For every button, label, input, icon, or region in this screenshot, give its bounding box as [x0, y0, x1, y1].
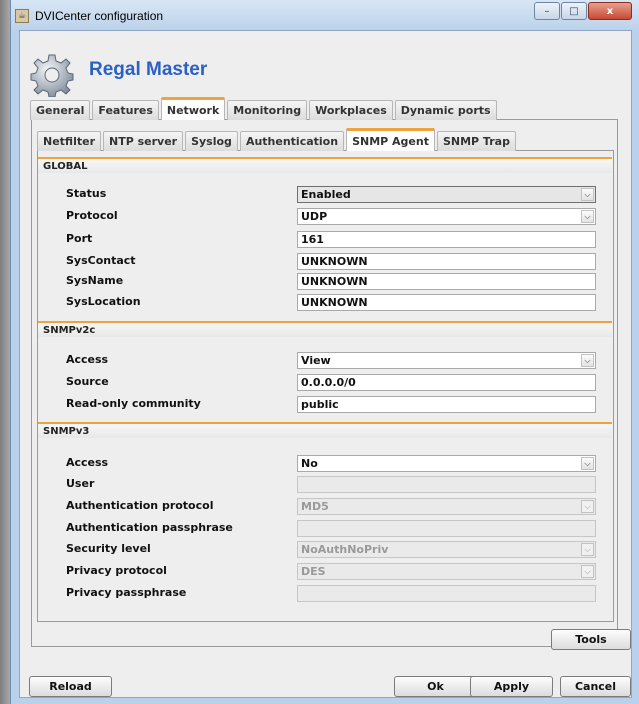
- status-select[interactable]: Enabled ⌵: [297, 186, 596, 203]
- close-button[interactable]: x: [588, 2, 632, 20]
- chevron-down-icon[interactable]: ⌵: [581, 457, 594, 470]
- protocol-select[interactable]: UDP ⌵: [297, 208, 596, 225]
- status-label: Status: [66, 187, 107, 200]
- syslocation-field[interactable]: UNKNOWN: [297, 294, 596, 311]
- chevron-down-icon[interactable]: ⌵: [581, 188, 594, 201]
- auth-protocol-value: MD5: [301, 500, 329, 513]
- sub-tab-bar: Netfilter NTP server Syslog Authenticati…: [37, 128, 518, 151]
- tab-general[interactable]: General: [30, 100, 91, 120]
- auth-protocol-label: Authentication protocol: [66, 499, 214, 512]
- user-label: User: [66, 477, 95, 490]
- tab-monitoring[interactable]: Monitoring: [227, 100, 308, 120]
- tab-authentication[interactable]: Authentication: [239, 131, 345, 151]
- privacy-protocol-select: DES ⌵: [297, 563, 596, 580]
- chevron-down-icon[interactable]: ⌵: [581, 354, 594, 367]
- tools-button[interactable]: Tools: [551, 629, 631, 650]
- ok-button[interactable]: Ok: [394, 676, 477, 697]
- community-field[interactable]: public: [297, 396, 596, 413]
- protocol-value: UDP: [301, 210, 328, 223]
- auth-passphrase-field: [297, 520, 596, 537]
- security-level-select: NoAuthNoPriv ⌵: [297, 541, 596, 558]
- desktop-edge: [0, 0, 10, 704]
- config-window: ☕ DVICenter configuration – □ x Regal Ma…: [10, 0, 639, 704]
- tab-syslog[interactable]: Syslog: [185, 131, 238, 151]
- reload-button[interactable]: Reload: [29, 676, 112, 697]
- client-area: Regal Master General Features Network Mo…: [19, 30, 632, 698]
- tab-snmp-trap[interactable]: SNMP Trap: [436, 131, 516, 151]
- window-controls: – □ x: [533, 2, 632, 20]
- privacy-protocol-value: DES: [301, 565, 326, 578]
- main-tab-bar: General Features Network Monitoring Work…: [30, 97, 499, 120]
- sysname-label: SysName: [66, 274, 124, 287]
- minimize-button[interactable]: –: [534, 2, 560, 20]
- v2c-access-label: Access: [66, 353, 109, 366]
- source-field[interactable]: 0.0.0.0/0: [297, 374, 596, 391]
- user-field: [297, 476, 596, 493]
- auth-protocol-select: MD5 ⌵: [297, 498, 596, 515]
- v3-access-label: Access: [66, 456, 109, 469]
- privacy-passphrase-label: Privacy passphrase: [66, 586, 187, 599]
- maximize-button[interactable]: □: [561, 2, 587, 20]
- privacy-passphrase-field: [297, 585, 596, 602]
- apply-button[interactable]: Apply: [470, 676, 553, 697]
- window-title: DVICenter configuration: [35, 9, 164, 23]
- java-app-icon: ☕: [15, 9, 29, 23]
- v2c-access-select[interactable]: View ⌵: [297, 352, 596, 369]
- port-label: Port: [66, 232, 93, 245]
- tab-dynamic-ports[interactable]: Dynamic ports: [394, 100, 497, 120]
- community-label: Read-only community: [66, 397, 201, 410]
- section-global-header: GLOBAL: [38, 157, 612, 173]
- chevron-down-icon: ⌵: [581, 565, 594, 578]
- syslocation-label: SysLocation: [66, 295, 141, 308]
- privacy-protocol-label: Privacy protocol: [66, 564, 167, 577]
- section-snmpv3-header: SNMPv3: [38, 422, 612, 438]
- auth-passphrase-label: Authentication passphrase: [66, 521, 233, 534]
- source-label: Source: [66, 375, 109, 388]
- cancel-button[interactable]: Cancel: [560, 676, 631, 697]
- security-level-value: NoAuthNoPriv: [301, 543, 389, 556]
- tab-features[interactable]: Features: [92, 100, 159, 120]
- sysname-field[interactable]: UNKNOWN: [297, 273, 596, 290]
- tab-workplaces[interactable]: Workplaces: [309, 100, 393, 120]
- chevron-down-icon[interactable]: ⌵: [581, 210, 594, 223]
- v2c-access-value: View: [301, 354, 331, 367]
- chevron-down-icon: ⌵: [581, 543, 594, 556]
- tab-ntp-server[interactable]: NTP server: [103, 131, 184, 151]
- gear-icon: [30, 54, 74, 97]
- chevron-down-icon: ⌵: [581, 500, 594, 513]
- tab-network[interactable]: Network: [160, 97, 226, 120]
- section-snmpv2c-header: SNMPv2c: [38, 321, 612, 337]
- status-value: Enabled: [301, 188, 351, 201]
- tab-netfilter[interactable]: Netfilter: [37, 131, 101, 151]
- v3-access-select[interactable]: No ⌵: [297, 455, 596, 472]
- app-title: Regal Master: [89, 59, 208, 80]
- title-bar[interactable]: ☕ DVICenter configuration – □ x: [11, 0, 639, 30]
- v3-access-value: No: [301, 457, 318, 470]
- tab-snmp-agent[interactable]: SNMP Agent: [346, 128, 435, 151]
- syscontact-label: SysContact: [66, 254, 136, 267]
- protocol-label: Protocol: [66, 209, 118, 222]
- port-field[interactable]: 161: [297, 231, 596, 248]
- security-level-label: Security level: [66, 542, 151, 555]
- syscontact-field[interactable]: UNKNOWN: [297, 253, 596, 270]
